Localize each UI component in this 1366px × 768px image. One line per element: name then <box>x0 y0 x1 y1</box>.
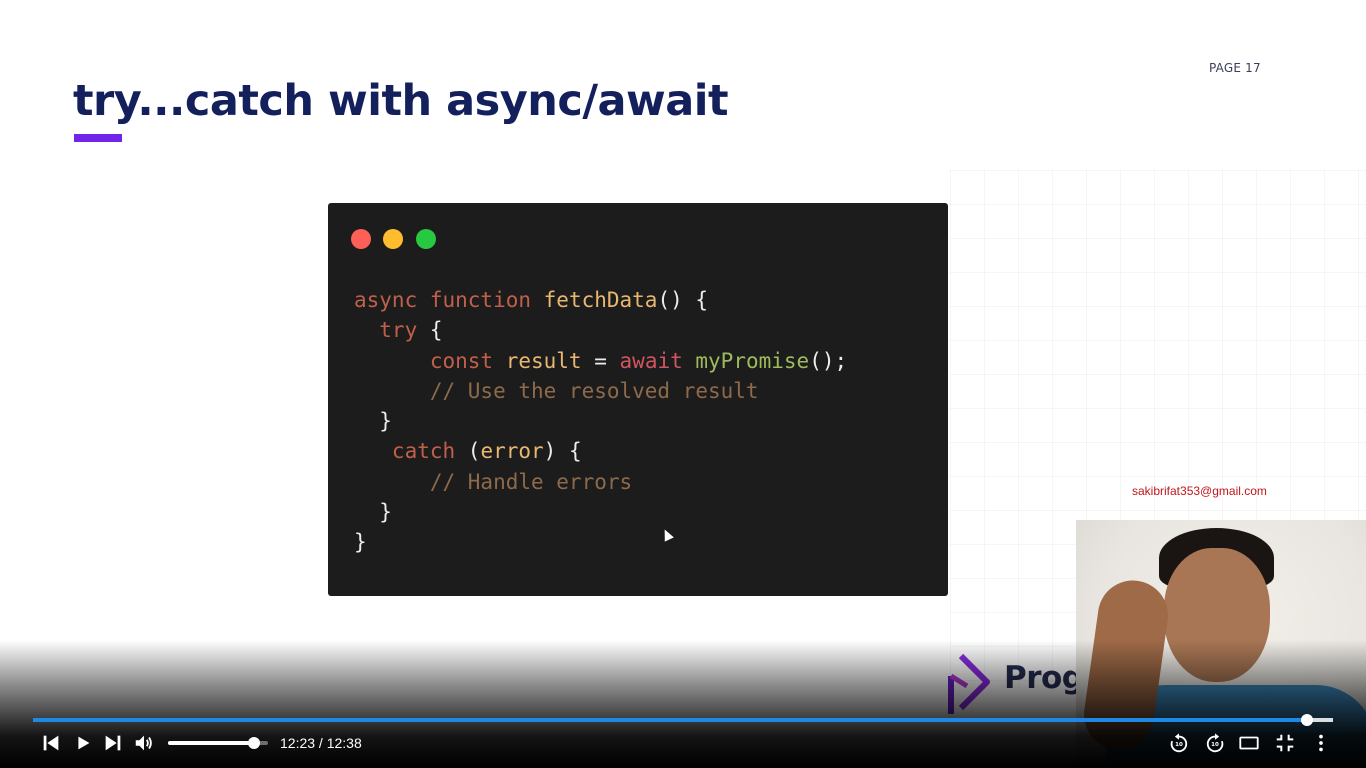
code-line: } <box>354 527 847 557</box>
page-number: PAGE 17 <box>1209 61 1261 75</box>
forward-10-icon: 10 <box>1206 733 1224 753</box>
code-token: } <box>354 530 367 555</box>
window-close-dot <box>351 229 371 249</box>
volume-handle[interactable] <box>248 737 260 749</box>
volume-icon <box>135 735 152 751</box>
previous-button[interactable] <box>40 732 62 754</box>
play-icon <box>78 736 90 750</box>
mute-button[interactable] <box>133 732 155 754</box>
volume-level <box>168 741 254 745</box>
code-token: } <box>354 500 392 525</box>
code-token: () { <box>657 288 709 312</box>
time-display: 12:23 / 12:38 <box>280 735 362 751</box>
code-line: const result = await myPromise(); <box>354 346 847 376</box>
exit-fullscreen-icon <box>1276 734 1294 752</box>
code-token: function <box>429 288 544 312</box>
play-button[interactable] <box>72 732 94 754</box>
code-token: { <box>429 318 443 343</box>
exit-fullscreen-button[interactable] <box>1274 732 1296 754</box>
code-line: catch (error) { <box>354 436 847 466</box>
code-token: const <box>354 348 506 373</box>
code-block: async function fetchData() { try { const… <box>354 285 847 558</box>
presenter-webcam <box>1076 520 1366 768</box>
window-maximize-dot <box>416 229 436 249</box>
rewind-10-button[interactable]: 10 <box>1168 732 1190 754</box>
next-button[interactable] <box>102 732 124 754</box>
rewind-10-icon: 10 <box>1170 733 1188 753</box>
volume-slider[interactable] <box>168 737 268 749</box>
email-watermark: sakibrifat353@gmail.com <box>1132 484 1267 498</box>
seek-bar[interactable] <box>33 714 1333 726</box>
code-token: catch <box>354 439 468 464</box>
code-token: async <box>354 288 430 312</box>
brand-logo-icon <box>948 653 990 714</box>
code-line: // Use the resolved result <box>354 376 847 406</box>
code-token: myPromise <box>695 348 810 373</box>
code-token: (); <box>809 348 848 373</box>
more-vertical-icon <box>1319 734 1323 752</box>
code-line: try { <box>354 315 847 345</box>
more-options-button[interactable] <box>1310 732 1332 754</box>
rewind-seconds: 10 <box>1175 742 1183 748</box>
seek-bar-played <box>33 718 1307 722</box>
code-token: error <box>480 439 544 464</box>
forward-seconds: 10 <box>1211 742 1219 748</box>
code-token: try <box>354 318 430 343</box>
theater-mode-icon <box>1239 736 1259 750</box>
code-line: } <box>354 406 847 436</box>
code-token: ( <box>467 439 481 464</box>
skip-previous-icon <box>43 735 59 751</box>
window-minimize-dot <box>383 229 403 249</box>
code-line: // Handle errors <box>354 467 847 497</box>
seek-handle[interactable] <box>1301 714 1313 726</box>
code-token: await <box>619 348 696 373</box>
title-underline <box>74 134 122 142</box>
code-token: result <box>505 348 595 373</box>
video-frame[interactable]: PAGE 17 try...catch with async/await asy… <box>0 0 1366 768</box>
theater-mode-button[interactable] <box>1238 732 1260 754</box>
code-window: async function fetchData() { try { const… <box>328 203 948 596</box>
code-line: } <box>354 497 847 527</box>
code-token: // Handle errors <box>354 469 633 494</box>
presenter-face <box>1164 548 1270 682</box>
slide-title: try...catch with async/await <box>73 76 729 126</box>
code-token: = <box>594 348 620 373</box>
code-token: // Use the resolved result <box>354 378 759 403</box>
code-token: } <box>354 409 392 434</box>
skip-next-icon <box>105 735 121 751</box>
code-token: fetchData <box>543 288 658 312</box>
forward-10-button[interactable]: 10 <box>1204 732 1226 754</box>
code-line: async function fetchData() { <box>354 285 847 315</box>
code-token: ) { <box>543 439 582 464</box>
